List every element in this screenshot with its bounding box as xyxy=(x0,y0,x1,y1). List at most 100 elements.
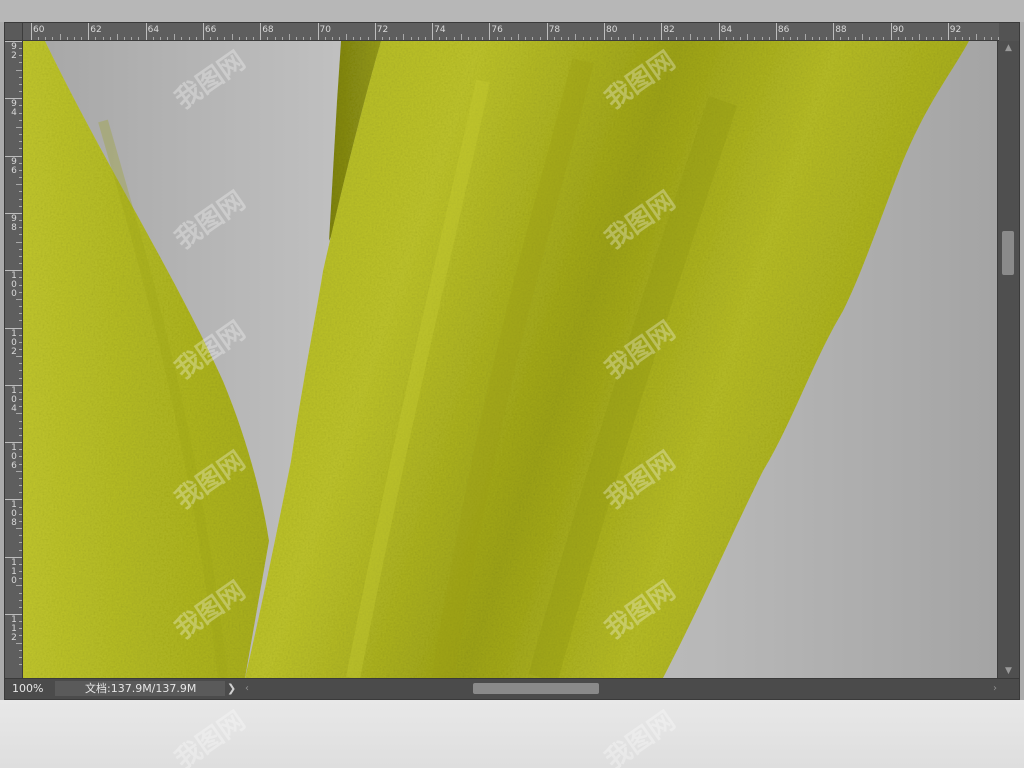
horizontal-scroll-thumb[interactable] xyxy=(473,683,599,694)
ruler-minor-tick xyxy=(625,37,627,40)
ruler-tick xyxy=(489,23,491,40)
ruler-minor-tick xyxy=(847,37,849,40)
image-canvas[interactable] xyxy=(23,41,999,678)
ruler-tick xyxy=(718,23,720,40)
chevron-right-icon[interactable]: › xyxy=(993,681,997,696)
ruler-minor-tick xyxy=(826,37,828,40)
ruler-label: 1 0 0 xyxy=(11,271,17,300)
ruler-minor-tick xyxy=(783,37,785,40)
ruler-minor-tick xyxy=(482,37,484,40)
status-menu-arrow-icon[interactable]: ❯ xyxy=(227,681,236,696)
ruler-tick xyxy=(775,23,777,40)
ruler-tick xyxy=(31,23,32,40)
ruler-label: 76 xyxy=(491,25,503,35)
ruler-minor-tick xyxy=(704,37,706,40)
ruler-minor-tick xyxy=(19,119,22,121)
horizontal-ruler[interactable]: 60 62 64 66 68 70 72 74 76 78 80 82 84 86 88 90 92 xyxy=(23,23,999,41)
zoom-level-field[interactable]: 100% xyxy=(7,681,56,696)
ruler-tick xyxy=(145,23,147,40)
ruler-minor-tick xyxy=(19,169,22,171)
ruler-label: 1 0 8 xyxy=(11,500,17,529)
ruler-minor-tick xyxy=(19,370,22,372)
ruler-minor-tick xyxy=(19,320,22,322)
ruler-minor-tick xyxy=(360,37,362,40)
ruler-tick xyxy=(661,23,663,40)
ruler-minor-tick xyxy=(296,37,297,40)
ruler-minor-tick xyxy=(195,37,197,40)
ruler-minor-tick xyxy=(19,506,22,508)
ruler-label: 9 8 xyxy=(11,213,17,233)
ruler-minor-tick xyxy=(16,356,22,358)
ruler-minor-tick xyxy=(467,37,469,40)
ruler-minor-tick xyxy=(19,549,22,551)
ruler-label: 1 0 2 xyxy=(11,328,17,357)
ruler-minor-tick xyxy=(689,34,691,40)
ruler-minor-tick xyxy=(19,434,22,436)
ruler-minor-tick xyxy=(611,37,613,40)
ruler-minor-tick xyxy=(475,37,477,40)
ruler-minor-tick xyxy=(66,37,68,40)
ruler-minor-tick xyxy=(983,37,985,40)
ruler-minor-tick xyxy=(510,37,512,40)
ruler-minor-tick xyxy=(338,37,340,40)
ruler-minor-tick xyxy=(367,37,369,40)
ruler-minor-tick xyxy=(238,37,240,40)
ruler-minor-tick xyxy=(19,105,22,107)
ruler-minor-tick xyxy=(81,37,83,40)
ruler-minor-tick xyxy=(19,148,22,150)
vertical-scrollbar[interactable]: ▲ ▼ xyxy=(997,41,1019,678)
ruler-minor-tick xyxy=(403,34,405,40)
ruler-minor-tick xyxy=(19,599,22,601)
ruler-label: 1 0 4 xyxy=(11,385,17,414)
ruler-minor-tick xyxy=(19,621,22,623)
ruler-label: 92 xyxy=(949,25,962,35)
ruler-minor-tick xyxy=(281,37,283,40)
ruler-minor-tick xyxy=(16,413,22,415)
ruler-minor-tick xyxy=(174,34,176,40)
chevron-down-icon[interactable]: ▼ xyxy=(998,664,1019,678)
ruler-minor-tick xyxy=(453,37,455,40)
ruler-minor-tick xyxy=(19,263,22,265)
ruler-minor-tick xyxy=(16,585,22,587)
ruler-minor-tick xyxy=(346,34,348,40)
ruler-minor-tick xyxy=(38,37,40,40)
ruler-minor-tick xyxy=(310,37,312,40)
vertical-ruler[interactable]: 9 2 9 4 9 6 9 8 1 0 0 1 0 2 1 0 4 1 0 6 1 0 8 1 1… xyxy=(5,41,23,678)
ruler-minor-tick xyxy=(568,37,570,40)
ruler-minor-tick xyxy=(138,37,140,40)
ruler-minor-tick xyxy=(19,377,22,379)
ruler-minor-tick xyxy=(19,291,22,293)
ruler-minor-tick xyxy=(16,470,22,472)
ruler-minor-tick xyxy=(811,37,813,40)
ruler-minor-tick xyxy=(324,37,326,40)
chevron-up-icon[interactable]: ▲ xyxy=(998,41,1019,55)
ruler-minor-tick xyxy=(725,37,727,40)
ruler-minor-tick xyxy=(19,463,22,465)
ruler-minor-tick xyxy=(869,37,870,40)
ruler-minor-tick xyxy=(253,37,255,40)
ruler-minor-tick xyxy=(19,91,22,93)
chevron-left-icon[interactable]: ‹ xyxy=(245,681,249,696)
horizontal-scrollbar[interactable]: ‹ › xyxy=(241,681,1001,696)
ruler-minor-tick xyxy=(16,69,22,71)
ruler-minor-tick xyxy=(711,37,713,40)
ruler-minor-tick xyxy=(589,37,591,40)
ruler-label: 84 xyxy=(720,25,733,35)
vertical-scroll-thumb[interactable] xyxy=(1002,231,1014,275)
ruler-minor-tick xyxy=(19,220,22,222)
ruler-minor-tick xyxy=(754,37,756,40)
ruler-minor-tick xyxy=(353,37,355,40)
ruler-origin[interactable] xyxy=(5,23,23,41)
ruler-minor-tick xyxy=(926,37,928,40)
ruler-minor-tick xyxy=(575,34,577,40)
ruler-label: 1 0 6 xyxy=(11,443,17,472)
ruler-tick xyxy=(202,23,204,40)
ruler-label: 1 1 2 xyxy=(11,615,17,643)
ruler-minor-tick xyxy=(582,37,584,40)
ruler-minor-tick xyxy=(639,37,641,40)
ruler-minor-tick xyxy=(654,37,656,40)
ruler-minor-tick xyxy=(102,37,104,40)
ruler-minor-tick xyxy=(19,542,22,544)
ruler-minor-tick xyxy=(19,255,22,257)
ruler-minor-tick xyxy=(697,37,699,40)
